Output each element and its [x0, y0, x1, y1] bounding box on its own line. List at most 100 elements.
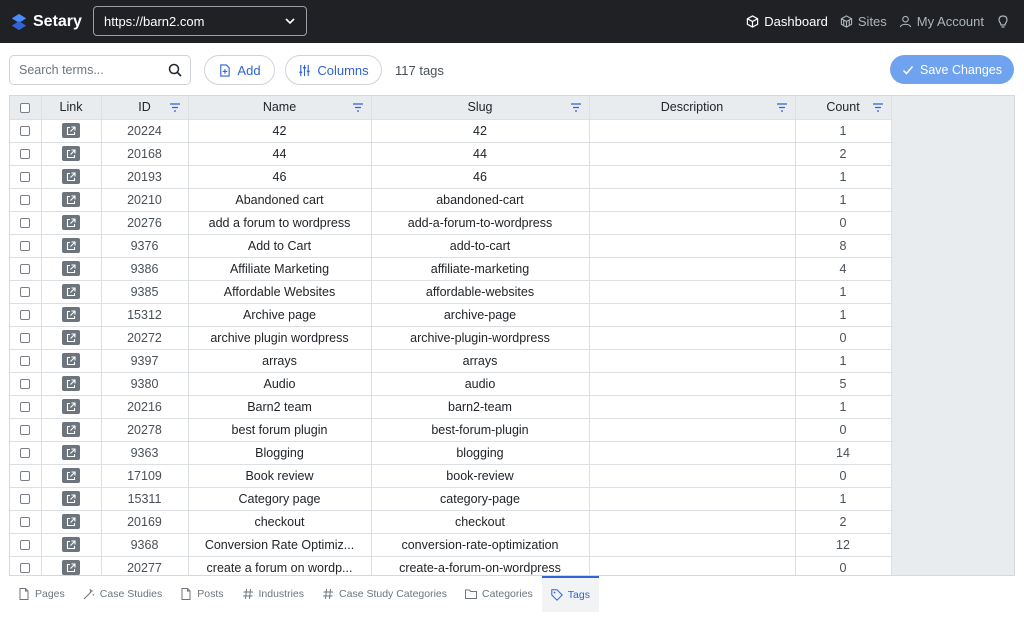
slug-cell[interactable]: 44 — [371, 142, 590, 166]
filter-icon[interactable] — [776, 103, 787, 112]
tab-pages[interactable]: Pages — [9, 576, 74, 612]
slug-cell[interactable]: category-page — [371, 487, 590, 511]
row-checkbox[interactable] — [20, 540, 31, 551]
description-cell[interactable] — [589, 119, 796, 143]
columns-button[interactable]: Columns — [285, 55, 382, 85]
slug-cell[interactable]: arrays — [371, 349, 590, 373]
row-select-cell[interactable] — [10, 418, 42, 442]
slug-cell[interactable]: add-a-forum-to-wordpress — [371, 211, 590, 235]
description-cell[interactable] — [589, 211, 796, 235]
name-cell[interactable]: checkout — [188, 510, 372, 534]
name-cell[interactable]: Blogging — [188, 441, 372, 465]
row-select-cell[interactable] — [10, 349, 42, 373]
column-header-count[interactable]: Count — [795, 96, 892, 120]
nav-my-account[interactable]: My Account — [899, 14, 984, 29]
name-cell[interactable]: Book review — [188, 464, 372, 488]
description-cell[interactable] — [589, 326, 796, 350]
open-link-button[interactable] — [62, 215, 80, 231]
id-cell[interactable]: 20276 — [101, 211, 189, 235]
row-select-cell[interactable] — [10, 142, 42, 166]
id-cell[interactable]: 9397 — [101, 349, 189, 373]
row-checkbox[interactable] — [20, 126, 31, 137]
name-cell[interactable]: best forum plugin — [188, 418, 372, 442]
open-link-button[interactable] — [62, 238, 80, 254]
id-cell[interactable]: 20193 — [101, 165, 189, 189]
name-cell[interactable]: 42 — [188, 119, 372, 143]
description-cell[interactable] — [589, 395, 796, 419]
id-cell[interactable]: 20216 — [101, 395, 189, 419]
row-checkbox[interactable] — [20, 563, 31, 574]
nav-sites[interactable]: Sites — [840, 14, 887, 29]
name-cell[interactable]: 44 — [188, 142, 372, 166]
add-button[interactable]: Add — [204, 55, 275, 85]
name-cell[interactable]: Abandoned cart — [188, 188, 372, 212]
open-link-button[interactable] — [62, 537, 80, 553]
description-cell[interactable] — [589, 418, 796, 442]
id-cell[interactable]: 20168 — [101, 142, 189, 166]
description-cell[interactable] — [589, 349, 796, 373]
name-cell[interactable]: Barn2 team — [188, 395, 372, 419]
name-cell[interactable]: Category page — [188, 487, 372, 511]
brand[interactable]: Setary — [10, 13, 93, 31]
slug-cell[interactable]: 46 — [371, 165, 590, 189]
description-cell[interactable] — [589, 165, 796, 189]
search-icon[interactable] — [168, 63, 182, 77]
open-link-button[interactable] — [62, 376, 80, 392]
row-select-cell[interactable] — [10, 510, 42, 534]
open-link-button[interactable] — [62, 422, 80, 438]
id-cell[interactable]: 20278 — [101, 418, 189, 442]
open-link-button[interactable] — [62, 330, 80, 346]
row-select-cell[interactable] — [10, 211, 42, 235]
column-header-slug[interactable]: Slug — [371, 96, 590, 120]
row-checkbox[interactable] — [20, 218, 31, 229]
id-cell[interactable]: 20277 — [101, 556, 189, 575]
slug-cell[interactable]: barn2-team — [371, 395, 590, 419]
row-select-cell[interactable] — [10, 188, 42, 212]
name-cell[interactable]: add a forum to wordpress — [188, 211, 372, 235]
tab-industries[interactable]: Industries — [233, 576, 314, 612]
slug-cell[interactable]: create-a-forum-on-wordpress — [371, 556, 590, 575]
name-cell[interactable]: create a forum on wordp... — [188, 556, 372, 575]
name-cell[interactable]: Affordable Websites — [188, 280, 372, 304]
name-cell[interactable]: arrays — [188, 349, 372, 373]
description-cell[interactable] — [589, 510, 796, 534]
slug-cell[interactable]: best-forum-plugin — [371, 418, 590, 442]
slug-cell[interactable]: 42 — [371, 119, 590, 143]
row-checkbox[interactable] — [20, 471, 31, 482]
name-cell[interactable]: Affiliate Marketing — [188, 257, 372, 281]
name-cell[interactable]: Conversion Rate Optimiz... — [188, 533, 372, 557]
column-header-name[interactable]: Name — [188, 96, 372, 120]
slug-cell[interactable]: audio — [371, 372, 590, 396]
description-cell[interactable] — [589, 303, 796, 327]
search-box[interactable] — [9, 55, 191, 85]
description-cell[interactable] — [589, 280, 796, 304]
open-link-button[interactable] — [62, 307, 80, 323]
open-link-button[interactable] — [62, 284, 80, 300]
filter-icon[interactable] — [570, 103, 581, 112]
slug-cell[interactable]: checkout — [371, 510, 590, 534]
row-select-cell[interactable] — [10, 487, 42, 511]
row-checkbox[interactable] — [20, 425, 31, 436]
row-checkbox[interactable] — [20, 149, 31, 160]
open-link-button[interactable] — [62, 123, 80, 139]
nav-dashboard[interactable]: Dashboard — [746, 14, 828, 29]
column-header-id[interactable]: ID — [101, 96, 189, 120]
open-link-button[interactable] — [62, 514, 80, 530]
row-checkbox[interactable] — [20, 517, 31, 528]
id-cell[interactable]: 9380 — [101, 372, 189, 396]
save-changes-button[interactable]: Save Changes — [890, 55, 1014, 84]
open-link-button[interactable] — [62, 560, 80, 575]
description-cell[interactable] — [589, 441, 796, 465]
search-input[interactable] — [19, 56, 169, 84]
id-cell[interactable]: 20169 — [101, 510, 189, 534]
description-cell[interactable] — [589, 464, 796, 488]
id-cell[interactable]: 9376 — [101, 234, 189, 258]
row-select-cell[interactable] — [10, 119, 42, 143]
row-checkbox[interactable] — [20, 310, 31, 321]
row-checkbox[interactable] — [20, 264, 31, 275]
id-cell[interactable]: 9368 — [101, 533, 189, 557]
slug-cell[interactable]: archive-page — [371, 303, 590, 327]
open-link-button[interactable] — [62, 468, 80, 484]
description-cell[interactable] — [589, 142, 796, 166]
id-cell[interactable]: 17109 — [101, 464, 189, 488]
